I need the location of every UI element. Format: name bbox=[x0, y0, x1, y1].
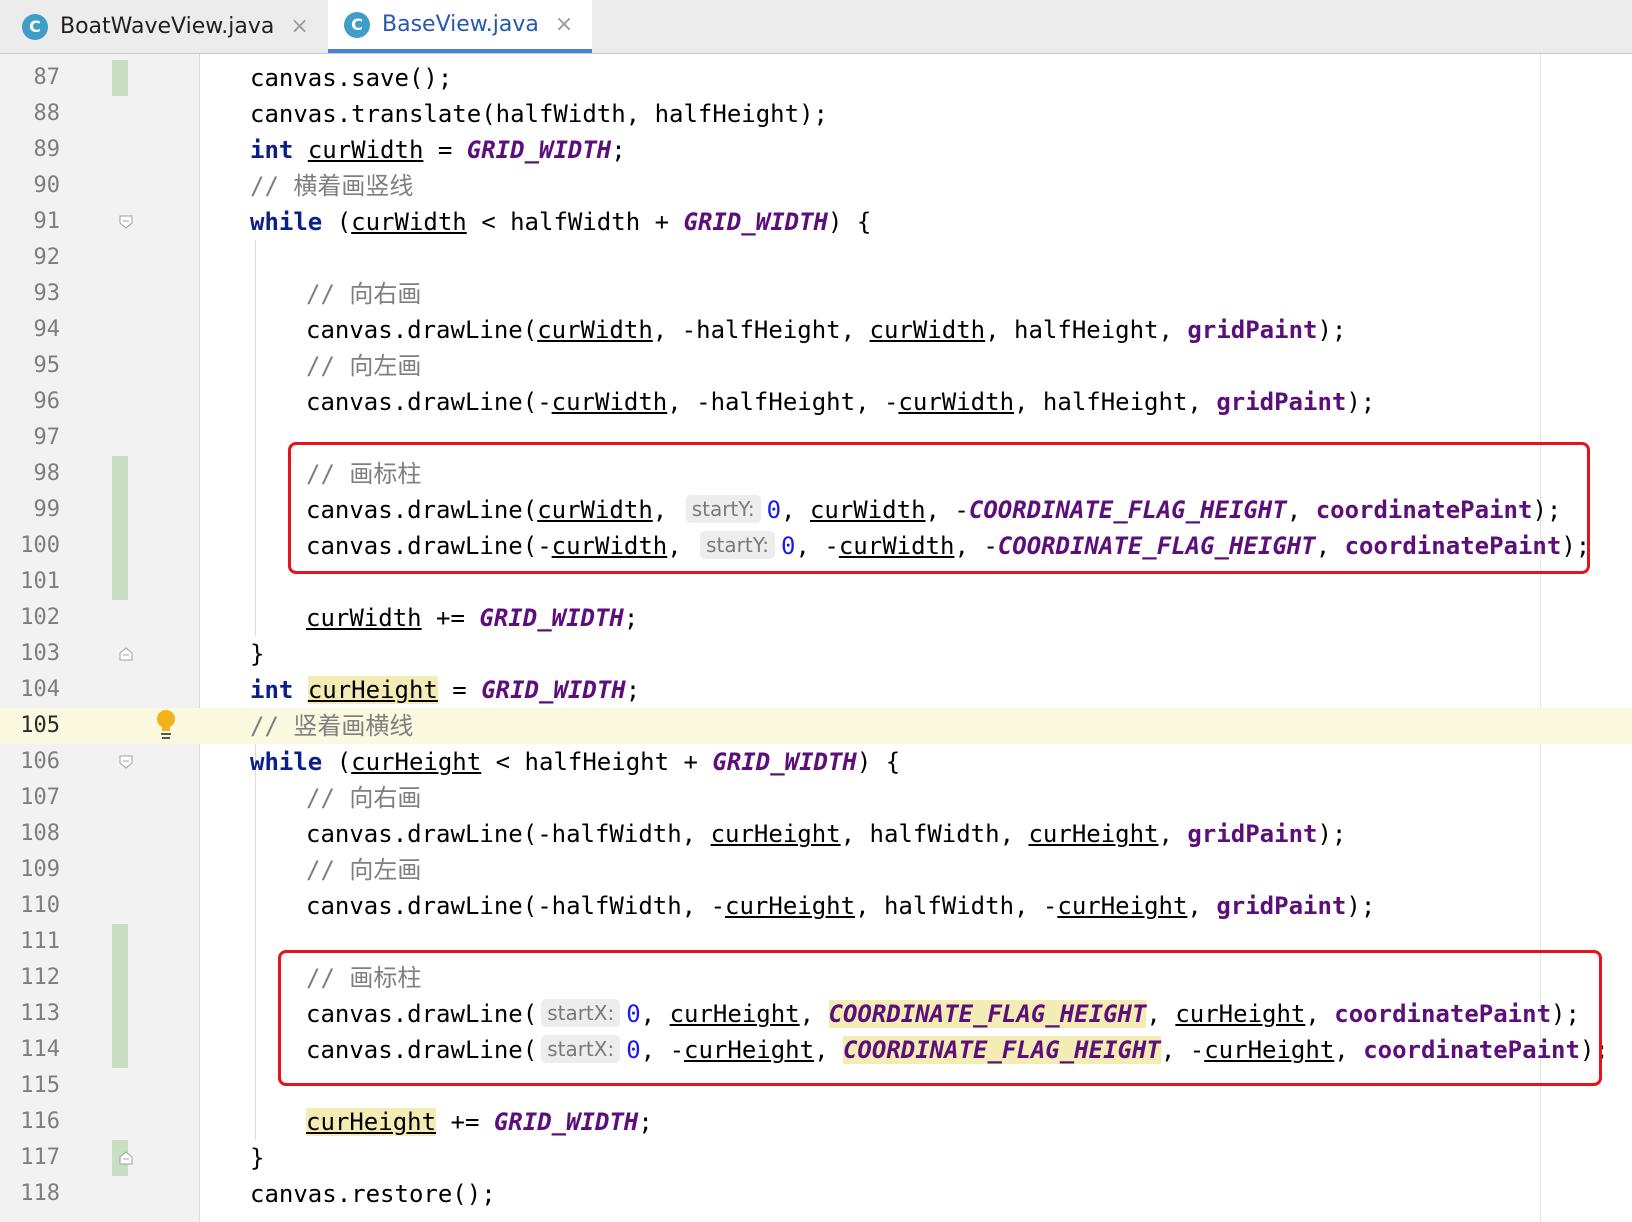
code-comment: // 横着画竖线 bbox=[250, 172, 414, 200]
code-text: while (curHeight < halfHeight + GRID_WID… bbox=[250, 748, 901, 776]
code-text: canvas.drawLine(-halfWidth, curHeight, h… bbox=[306, 820, 1347, 848]
code-text: curHeight += GRID_WIDTH; bbox=[306, 1108, 653, 1136]
lightbulb-icon[interactable] bbox=[154, 708, 178, 744]
line-number: 112 bbox=[20, 965, 60, 990]
code-text: canvas.restore(); bbox=[250, 1180, 496, 1208]
code-text: int curHeight = GRID_WIDTH; bbox=[250, 676, 641, 704]
line-number: 89 bbox=[33, 137, 61, 162]
line-number: 96 bbox=[33, 389, 61, 414]
code-line: 91 while (curWidth < halfWidth + GRID_WI… bbox=[0, 204, 1632, 240]
line-number: 95 bbox=[33, 353, 61, 378]
code-text: canvas.translate(halfWidth, halfHeight); bbox=[250, 100, 828, 128]
line-number: 88 bbox=[33, 101, 61, 126]
code-line: 95 // 向左画 bbox=[0, 348, 1632, 384]
highlight-box bbox=[278, 950, 1602, 1086]
line-number: 101 bbox=[20, 569, 60, 594]
current-code-line: 105 // 竖着画横线 bbox=[0, 708, 1632, 744]
line-number: 100 bbox=[20, 533, 60, 558]
code-comment: // 向左画 bbox=[306, 856, 422, 884]
code-line: 96 canvas.drawLine(-curWidth, -halfHeigh… bbox=[0, 384, 1632, 420]
code-line: 93 // 向右画 bbox=[0, 276, 1632, 312]
code-comment: // 竖着画横线 bbox=[250, 712, 414, 740]
code-text: } bbox=[250, 640, 265, 668]
line-number: 97 bbox=[33, 425, 61, 450]
line-number: 106 bbox=[20, 749, 60, 774]
close-icon[interactable]: × bbox=[290, 14, 308, 39]
code-text: } bbox=[250, 1144, 265, 1172]
line-number: 93 bbox=[33, 281, 61, 306]
fold-collapse-icon[interactable] bbox=[119, 215, 133, 229]
code-line: 94 canvas.drawLine(curWidth, -halfHeight… bbox=[0, 312, 1632, 348]
line-number: 107 bbox=[20, 785, 60, 810]
line-number: 114 bbox=[20, 1037, 60, 1062]
code-line: 107 // 向右画 bbox=[0, 780, 1632, 816]
code-comment: // 向左画 bbox=[306, 352, 422, 380]
line-number: 87 bbox=[33, 65, 61, 90]
code-line: 103 } bbox=[0, 636, 1632, 672]
code-text: canvas.drawLine(curWidth, -halfHeight, c… bbox=[306, 316, 1347, 344]
class-c-icon: C bbox=[344, 11, 370, 38]
line-number: 117 bbox=[20, 1145, 60, 1170]
code-line: 104 int curHeight = GRID_WIDTH; bbox=[0, 672, 1632, 708]
editor-tab-bar: C BoatWaveView.java × C BaseView.java × bbox=[0, 0, 1632, 54]
code-line: 89 int curWidth = GRID_WIDTH; bbox=[0, 132, 1632, 168]
line-number: 99 bbox=[33, 497, 61, 522]
line-number: 92 bbox=[33, 245, 61, 270]
line-number: 98 bbox=[33, 461, 61, 486]
code-text: canvas.drawLine(-curWidth, -halfHeight, … bbox=[306, 388, 1376, 416]
tab-label: BaseView.java bbox=[382, 12, 539, 37]
code-line: 116 curHeight += GRID_WIDTH; bbox=[0, 1104, 1632, 1140]
code-line: 92 bbox=[0, 240, 1632, 276]
code-text: canvas.save(); bbox=[250, 64, 453, 92]
line-number: 104 bbox=[20, 677, 60, 702]
line-number: 109 bbox=[20, 857, 60, 882]
code-line: 102 curWidth += GRID_WIDTH; bbox=[0, 600, 1632, 636]
fold-end-icon[interactable] bbox=[119, 647, 133, 661]
line-number: 108 bbox=[20, 821, 60, 846]
highlight-box bbox=[288, 442, 1590, 574]
line-number: 118 bbox=[20, 1181, 60, 1206]
line-number: 110 bbox=[20, 893, 60, 918]
code-text: curWidth += GRID_WIDTH; bbox=[306, 604, 639, 632]
line-number: 105 bbox=[0, 708, 60, 744]
tab-label: BoatWaveView.java bbox=[60, 14, 275, 39]
code-text: int curWidth = GRID_WIDTH; bbox=[250, 136, 626, 164]
line-number: 113 bbox=[20, 1001, 60, 1026]
code-line: 110 canvas.drawLine(-halfWidth, -curHeig… bbox=[0, 888, 1632, 924]
code-line: 87 canvas.save(); bbox=[0, 60, 1632, 96]
code-line: 106 while (curHeight < halfHeight + GRID… bbox=[0, 744, 1632, 780]
code-comment: // 向右画 bbox=[306, 280, 422, 308]
fold-collapse-icon[interactable] bbox=[119, 755, 133, 769]
line-number: 116 bbox=[20, 1109, 60, 1134]
class-c-icon: C bbox=[22, 13, 48, 40]
code-line: 88 canvas.translate(halfWidth, halfHeigh… bbox=[0, 96, 1632, 132]
code-line: 118 canvas.restore(); bbox=[0, 1176, 1632, 1212]
line-number: 103 bbox=[20, 641, 60, 666]
code-line: 117 } bbox=[0, 1140, 1632, 1176]
fold-end-icon[interactable] bbox=[119, 1151, 133, 1165]
code-text: canvas.drawLine(-halfWidth, -curHeight, … bbox=[306, 892, 1376, 920]
close-icon[interactable]: × bbox=[555, 12, 573, 37]
code-editor[interactable]: 87 canvas.save(); 88 canvas.translate(ha… bbox=[0, 54, 1632, 1222]
line-number: 102 bbox=[20, 605, 60, 630]
code-line: 109 // 向左画 bbox=[0, 852, 1632, 888]
code-line: 108 canvas.drawLine(-halfWidth, curHeigh… bbox=[0, 816, 1632, 852]
code-text: while (curWidth < halfWidth + GRID_WIDTH… bbox=[250, 208, 872, 236]
line-number: 90 bbox=[33, 173, 61, 198]
tab-baseview[interactable]: C BaseView.java × bbox=[328, 0, 592, 53]
code-line: 90 // 横着画竖线 bbox=[0, 168, 1632, 204]
line-number: 91 bbox=[33, 209, 61, 234]
tab-boatwaveview[interactable]: C BoatWaveView.java × bbox=[22, 0, 312, 53]
line-number: 111 bbox=[20, 929, 60, 954]
line-number: 115 bbox=[20, 1073, 60, 1098]
line-number: 94 bbox=[33, 317, 61, 342]
code-comment: // 向右画 bbox=[306, 784, 422, 812]
